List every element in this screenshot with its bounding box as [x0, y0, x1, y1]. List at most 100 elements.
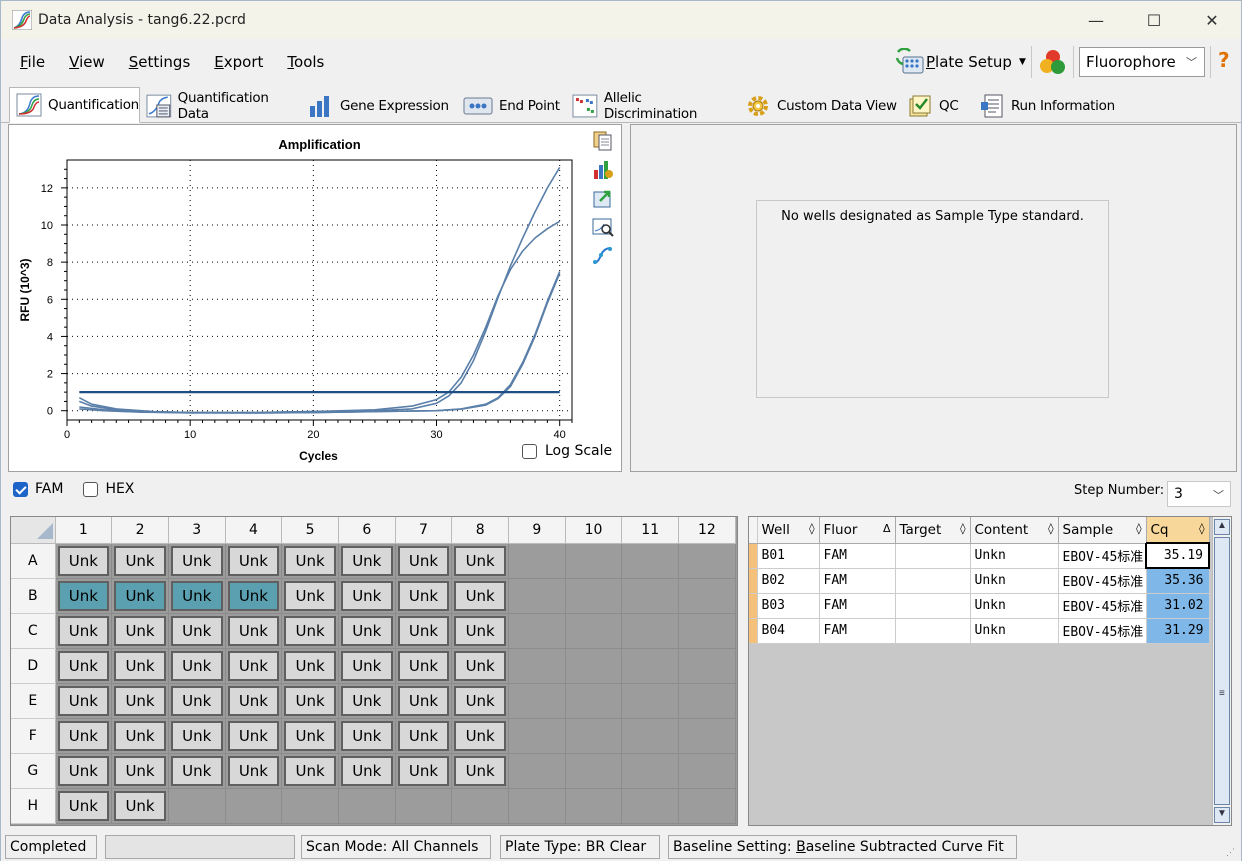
scroll-thumb[interactable]: ≡ [1214, 537, 1230, 805]
plate-row-header[interactable]: E [11, 683, 56, 719]
zoom-chart-icon[interactable] [592, 216, 614, 238]
plate-well[interactable]: Unk [397, 615, 450, 646]
curve-fit-icon[interactable] [592, 245, 614, 267]
tab-quantification[interactable]: Quantification [9, 87, 140, 123]
empty-well[interactable] [621, 718, 680, 754]
empty-well[interactable] [621, 613, 680, 649]
table-cell[interactable]: B04 [757, 618, 820, 644]
table-row[interactable]: B04 FAM Unkn EBOV-45标准 31.29 [749, 618, 1210, 644]
plate-col-header[interactable]: 2 [111, 517, 169, 544]
table-cell[interactable] [895, 543, 971, 569]
table-row[interactable]: B01 FAM Unkn EBOV-45标准 35.19 [749, 542, 1210, 569]
empty-well[interactable] [281, 788, 339, 824]
plate-well[interactable]: Unk [397, 685, 450, 716]
plate-setup-button[interactable]: Plate Setup ▼ [894, 47, 1026, 77]
empty-well[interactable] [621, 683, 680, 719]
hex-checkbox[interactable] [83, 481, 99, 497]
empty-well[interactable] [225, 788, 283, 824]
plate-well[interactable]: Unk [170, 580, 223, 611]
empty-well[interactable] [621, 578, 680, 614]
table-cell[interactable]: FAM [819, 618, 896, 644]
scroll-down-icon[interactable]: ▼ [1214, 807, 1230, 823]
empty-well[interactable] [508, 543, 566, 579]
empty-well[interactable] [508, 613, 566, 649]
table-cell[interactable]: 31.29 [1146, 618, 1210, 644]
plate-well[interactable]: Unk [57, 790, 110, 821]
table-cell[interactable] [895, 568, 971, 594]
plate-row-header[interactable]: A [11, 543, 56, 579]
fam-filter[interactable]: FAM [13, 481, 63, 497]
tab-end-point[interactable]: End Point [457, 88, 565, 123]
table-row[interactable]: B02 FAM Unkn EBOV-45标准 35.36 [749, 568, 1210, 594]
resize-grip-icon[interactable]: ⋰ [1226, 847, 1235, 858]
plate-well[interactable]: Unk [397, 545, 450, 576]
menu-settings[interactable]: Settings [129, 53, 191, 71]
plate-well[interactable]: Unk [114, 685, 166, 716]
plot-area[interactable] [66, 159, 573, 421]
table-cell[interactable]: FAM [819, 593, 896, 619]
plate-well[interactable]: Unk [170, 720, 223, 751]
column-header[interactable]: Cq ◊ [1146, 517, 1210, 544]
table-cell[interactable]: B01 [757, 543, 820, 569]
empty-well[interactable] [678, 648, 736, 684]
plate-well[interactable]: Unk [114, 650, 166, 681]
empty-well[interactable] [451, 788, 509, 824]
plate-well[interactable]: Unk [114, 790, 166, 821]
menu-file[interactable]: File [20, 53, 45, 71]
plate-col-header[interactable]: 1 [55, 517, 113, 544]
empty-well[interactable] [395, 788, 453, 824]
plate-col-header[interactable]: 4 [225, 517, 283, 544]
empty-well[interactable] [678, 683, 736, 719]
table-cell[interactable]: 35.19 [1145, 542, 1210, 569]
tab-qc[interactable]: QC [901, 88, 973, 123]
table-cell[interactable]: B02 [757, 568, 820, 594]
empty-well[interactable] [508, 753, 566, 789]
plate-well[interactable]: Unk [454, 615, 506, 646]
plate-well[interactable]: Unk [454, 545, 506, 576]
step-number-select[interactable]: 3 ﹀ [1167, 481, 1231, 507]
export-image-icon[interactable] [592, 187, 614, 209]
empty-well[interactable] [508, 788, 566, 824]
plate-well[interactable]: Unk [114, 720, 166, 751]
fluorophore-select[interactable]: Fluorophore ﹀ [1079, 47, 1205, 77]
empty-well[interactable] [565, 543, 623, 579]
plate-col-header[interactable]: 8 [451, 517, 509, 544]
plate-well[interactable]: Unk [227, 650, 280, 681]
menu-view[interactable]: View [69, 53, 105, 71]
plate-well[interactable]: Unk [57, 615, 110, 646]
column-header[interactable]: Fluor Δ [819, 517, 896, 544]
empty-well[interactable] [565, 578, 623, 614]
empty-well[interactable] [565, 788, 623, 824]
plate-well[interactable]: Unk [284, 685, 336, 716]
table-cell[interactable]: EBOV-45标准 [1058, 543, 1147, 569]
empty-well[interactable] [508, 648, 566, 684]
plate-well[interactable]: Unk [114, 580, 166, 611]
tab-quantification-data[interactable]: Quantification Data [140, 88, 302, 123]
empty-well[interactable] [621, 788, 680, 824]
help-icon[interactable]: ? [1218, 48, 1230, 72]
minimize-button[interactable]: — [1067, 1, 1125, 39]
plate-col-header[interactable]: 5 [281, 517, 339, 544]
table-cell[interactable]: Unkn [970, 568, 1059, 594]
table-cell[interactable]: Unkn [970, 593, 1059, 619]
empty-well[interactable] [508, 718, 566, 754]
log-scale-box[interactable] [522, 443, 537, 459]
empty-well[interactable] [565, 683, 623, 719]
table-cell[interactable] [895, 618, 971, 644]
close-button[interactable]: ✕ [1183, 1, 1241, 39]
plate-well[interactable]: Unk [340, 720, 393, 751]
plate-well[interactable]: Unk [397, 755, 450, 786]
table-cell[interactable] [895, 593, 971, 619]
plate-well[interactable]: Unk [227, 755, 280, 786]
plate-corner[interactable] [11, 517, 56, 544]
empty-well[interactable] [621, 648, 680, 684]
empty-well[interactable] [508, 683, 566, 719]
empty-well[interactable] [678, 578, 736, 614]
plate-well[interactable]: Unk [227, 685, 280, 716]
copy-icon[interactable] [592, 129, 614, 151]
plate-row-header[interactable]: B [11, 578, 56, 614]
log-scale-checkbox[interactable]: Log Scale [522, 443, 612, 459]
plate-well[interactable]: Unk [170, 615, 223, 646]
plate-col-header[interactable]: 10 [565, 517, 623, 544]
menu-export[interactable]: Export [214, 53, 263, 71]
